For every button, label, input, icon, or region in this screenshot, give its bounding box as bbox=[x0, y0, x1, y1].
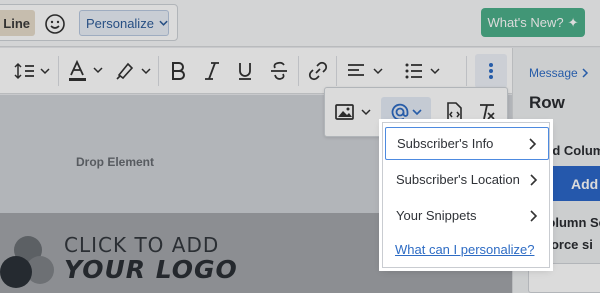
bold-button[interactable] bbox=[170, 61, 186, 81]
personalize-dropdown: Subscriber's Info Subscriber's Location … bbox=[382, 122, 550, 268]
toolbar-divider bbox=[58, 56, 59, 86]
strikethrough-button[interactable] bbox=[270, 61, 288, 81]
link-icon bbox=[308, 61, 328, 81]
whats-new-label: What's New? bbox=[487, 15, 564, 30]
code-icon bbox=[447, 102, 462, 122]
toolbar-divider bbox=[158, 56, 159, 86]
highlight-icon bbox=[116, 62, 151, 80]
text-color-icon bbox=[69, 60, 103, 81]
link-button[interactable] bbox=[308, 61, 328, 81]
list-icon bbox=[405, 63, 440, 79]
force-setting-label: Force si bbox=[543, 237, 593, 252]
personalize-help-link[interactable]: What can I personalize? bbox=[395, 242, 534, 257]
panel-title: Row bbox=[529, 93, 565, 112]
dropdown-item-label: Your Snippets bbox=[396, 208, 477, 223]
bold-icon bbox=[172, 62, 185, 80]
toolbar-divider bbox=[336, 56, 337, 86]
list-button[interactable] bbox=[404, 61, 444, 81]
dropdown-item-subscribers-location[interactable]: Subscriber's Location bbox=[385, 163, 549, 196]
insert-code-button[interactable] bbox=[445, 100, 463, 124]
chevron-right-icon bbox=[530, 209, 538, 222]
toolbar-divider bbox=[298, 56, 299, 86]
logo-line-2: YOUR LOGO bbox=[64, 255, 238, 284]
italic-icon bbox=[205, 62, 219, 80]
top-bar: Line Personalize What's New? ✦ bbox=[0, 0, 600, 47]
dropdown-item-subscribers-info[interactable]: Subscriber's Info bbox=[385, 127, 549, 160]
top-button-group: Line Personalize bbox=[0, 4, 178, 41]
underline-button[interactable] bbox=[237, 61, 253, 81]
align-button[interactable] bbox=[346, 61, 386, 81]
chevron-right-icon bbox=[530, 173, 538, 186]
chevron-down-icon bbox=[159, 20, 168, 26]
personalize-button[interactable]: Personalize bbox=[79, 10, 169, 36]
drop-element-placeholder: Drop Element bbox=[76, 155, 155, 169]
align-icon bbox=[348, 64, 383, 76]
dropdown-item-your-snippets[interactable]: Your Snippets bbox=[385, 199, 549, 232]
clear-formatting-button[interactable] bbox=[477, 100, 497, 124]
whats-new-button[interactable]: What's New? ✦ bbox=[481, 8, 585, 37]
dropdown-item-label: Subscriber's Info bbox=[397, 136, 494, 151]
line-height-icon bbox=[14, 62, 50, 80]
breadcrumb[interactable]: Message bbox=[529, 66, 589, 80]
italic-button[interactable] bbox=[204, 61, 220, 81]
clear-format-icon bbox=[480, 104, 495, 120]
at-icon bbox=[391, 103, 409, 121]
image-icon bbox=[335, 104, 371, 120]
logo-mark-icon bbox=[0, 236, 54, 288]
line-button[interactable]: Line bbox=[0, 10, 35, 36]
more-vertical-icon bbox=[489, 63, 493, 79]
chevron-right-icon bbox=[582, 68, 588, 78]
dropdown-item-label: Subscriber's Location bbox=[396, 172, 520, 187]
text-color-button[interactable] bbox=[68, 60, 106, 81]
personalize-label: Personalize bbox=[86, 15, 154, 31]
chevron-right-icon bbox=[529, 137, 537, 150]
add-column-button[interactable]: Add bbox=[547, 166, 600, 201]
line-height-button[interactable] bbox=[14, 61, 52, 81]
insert-image-button[interactable] bbox=[335, 100, 373, 124]
chevron-down-icon bbox=[412, 109, 422, 116]
emoji-icon[interactable] bbox=[44, 13, 66, 40]
highlight-button[interactable] bbox=[114, 61, 154, 81]
party-icon: ✦ bbox=[567, 14, 579, 30]
more-options-button[interactable] bbox=[475, 54, 507, 88]
logo-line-1: CLICK TO ADD bbox=[64, 233, 220, 257]
strikethrough-icon bbox=[271, 61, 287, 80]
underline-icon bbox=[239, 63, 251, 80]
toolbar-divider bbox=[466, 56, 467, 86]
breadcrumb-message: Message bbox=[529, 66, 578, 80]
